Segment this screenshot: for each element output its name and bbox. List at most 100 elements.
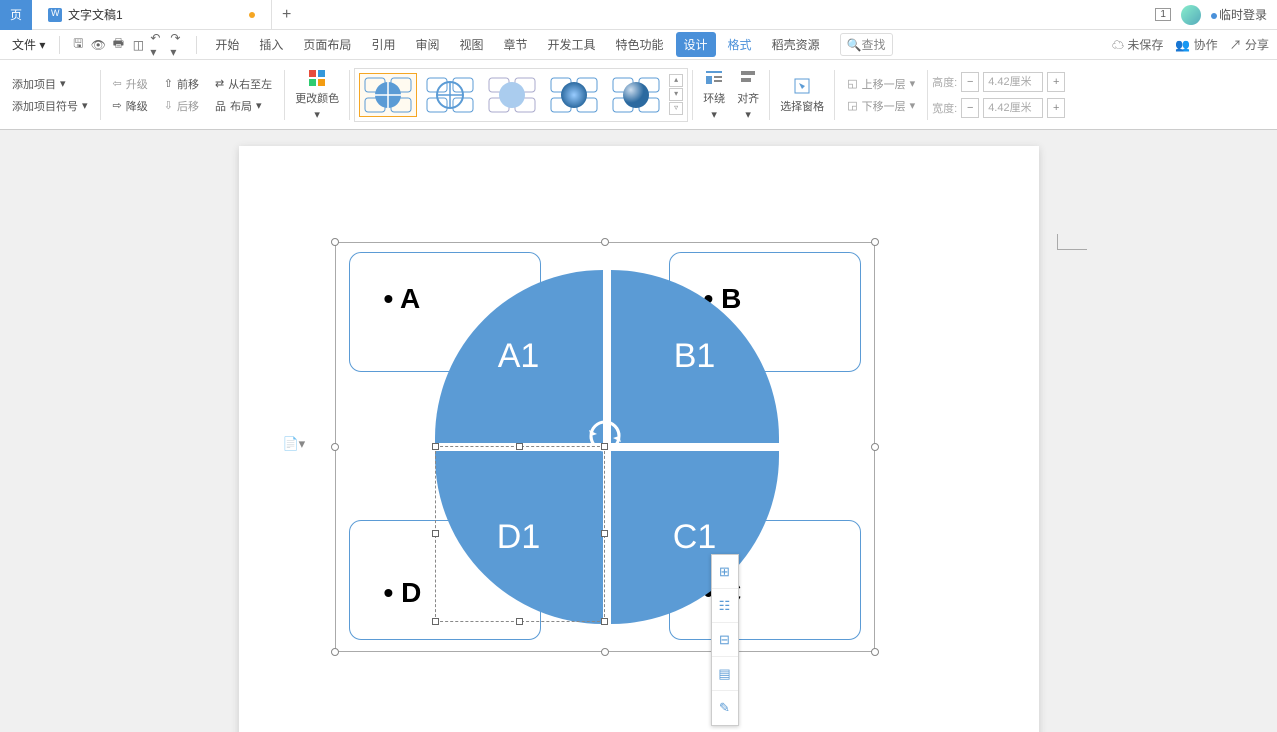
style-thumb-3[interactable] [483,73,541,117]
doc-icon [48,8,62,22]
home-tab[interactable]: 页 [0,0,32,30]
resize-handle-sw[interactable] [331,648,339,656]
file-menu[interactable]: 文件 ▾ [8,36,49,53]
layout-button[interactable]: 品 布局 ▾ [215,98,272,114]
resize-handle-w[interactable] [331,443,339,451]
shape-handle[interactable] [432,618,439,625]
shape-handle[interactable] [601,618,608,625]
new-tab-button[interactable]: + [272,6,302,24]
style-preview-icon [611,76,661,114]
preview-icon[interactable]: ◫ [130,37,146,53]
rtl-button[interactable]: ⇄ 从右至左 [215,76,272,92]
resize-handle-n[interactable] [601,238,609,246]
menu-page-layout[interactable]: 页面布局 [295,32,359,57]
align-button[interactable]: 对齐 ▾ [731,68,765,121]
search-box[interactable]: 🔍 查找 [840,33,893,56]
float-text-pane-icon[interactable]: ▤ [712,657,738,691]
print-preview-icon[interactable]: 👁 [90,37,106,53]
menu-review[interactable]: 审阅 [407,32,447,57]
smartart-object[interactable]: • A • B • C • D A1 B1 C1 D1 [335,242,875,652]
save-icon[interactable]: 🖫 [70,37,86,53]
separator [284,70,285,120]
promote-button[interactable]: ⇦ 升级 [113,76,148,92]
demote-button[interactable]: ⇨ 降级 [113,98,148,114]
redo-icon[interactable]: ↷ ▾ [170,37,186,53]
style-thumb-2[interactable] [421,73,479,117]
color-palette-icon [307,68,327,88]
menu-insert[interactable]: 插入 [251,32,291,57]
style-thumb-4[interactable] [545,73,603,117]
wrap-button[interactable]: 环绕 ▾ [697,68,731,121]
menu-right: ☁ 未保存 👥 协作 ↗ 分享 [1112,36,1269,53]
avatar-icon[interactable] [1181,5,1201,25]
width-input[interactable]: 4.42厘米 [983,98,1043,118]
move-down-layer-button[interactable]: ◲ 下移一层 ▾ [847,98,915,114]
height-minus-button[interactable]: − [961,72,979,92]
width-minus-button[interactable]: − [961,98,979,118]
page[interactable]: 📄▾ • A • B • C • D [239,146,1039,732]
height-input[interactable]: 4.42厘米 [983,72,1043,92]
resize-handle-s[interactable] [601,648,609,656]
shape-handle[interactable] [516,443,523,450]
menu-format[interactable]: 格式 [720,32,760,57]
resize-handle-ne[interactable] [871,238,879,246]
shape-handle[interactable] [601,443,608,450]
unsaved-status[interactable]: ☁ 未保存 [1112,36,1163,53]
collab-button[interactable]: 👥 协作 [1175,36,1217,53]
move-up-layer-button[interactable]: ◱ 上移一层 ▾ [847,76,915,92]
shape-handle[interactable] [601,530,608,537]
dimension-group: 高度: − 4.42厘米 + 宽度: − 4.42厘米 + [932,72,1065,118]
add-symbol-button[interactable]: 添加项目符号 ▾ [12,98,88,114]
select-pane-button[interactable]: 选择窗格 [774,76,830,114]
style-thumb-5[interactable] [607,73,665,117]
menu-special[interactable]: 特色功能 [608,32,672,57]
window-badge[interactable]: 1 [1155,8,1171,21]
resize-handle-nw[interactable] [331,238,339,246]
float-hierarchy-icon[interactable]: ⊟ [712,623,738,657]
margin-marker [1057,234,1087,250]
float-add-shape-icon[interactable]: ⊞ [712,555,738,589]
change-color-button[interactable]: 更改颜色 ▾ [289,68,345,121]
menu-view[interactable]: 视图 [451,32,491,57]
shape-handle[interactable] [516,618,523,625]
quad-c1[interactable]: C1 [611,451,779,624]
quad-a1[interactable]: A1 [435,270,603,443]
document-tab[interactable]: 文字文稿1 [32,0,272,30]
quad-b1[interactable]: B1 [611,270,779,443]
menu-start[interactable]: 开始 [207,32,247,57]
width-plus-button[interactable]: + [1047,98,1065,118]
resize-handle-se[interactable] [871,648,879,656]
float-layout-icon[interactable]: ☷ [712,589,738,623]
style-gallery: ▴ ▾ ▿ [354,68,688,122]
print-icon[interactable]: 🖶 [110,37,126,53]
login-status[interactable]: 临时登录 [1211,6,1267,23]
height-label: 高度: [932,74,957,90]
height-plus-button[interactable]: + [1047,72,1065,92]
tab-title: 文字文稿1 [68,6,123,23]
page-options-icon[interactable]: 📄▾ [283,436,306,452]
float-format-icon[interactable]: ✎ [712,691,738,725]
style-preview-icon [425,76,475,114]
gallery-up-button[interactable]: ▴ [669,74,683,87]
menu-design[interactable]: 设计 [676,32,716,57]
move-forward-button[interactable]: ⇧ 前移 [164,76,199,92]
menu-chapter[interactable]: 章节 [495,32,535,57]
shape-handle[interactable] [432,530,439,537]
separator [769,70,770,120]
gallery-more-button[interactable]: ▿ [669,102,683,115]
menu-references[interactable]: 引用 [363,32,403,57]
resize-handle-e[interactable] [871,443,879,451]
separator [692,70,693,120]
layer-group: ◱ 上移一层 ▾ ◲ 下移一层 ▾ [839,65,923,125]
box-d-label: • D [384,577,422,609]
menu-dev-tools[interactable]: 开发工具 [540,32,604,57]
undo-icon[interactable]: ↶ ▾ [150,37,166,53]
gallery-down-button[interactable]: ▾ [669,88,683,101]
add-item-button[interactable]: 添加项目 ▾ [12,76,88,92]
share-button[interactable]: ↗ 分享 [1230,36,1269,53]
menu-resources[interactable]: 稻壳资源 [764,32,828,57]
move-back-button[interactable]: ⇩ 后移 [164,98,199,114]
top-right-controls: 1 临时登录 [1155,5,1277,25]
style-thumb-1[interactable] [359,73,417,117]
shape-handle[interactable] [432,443,439,450]
